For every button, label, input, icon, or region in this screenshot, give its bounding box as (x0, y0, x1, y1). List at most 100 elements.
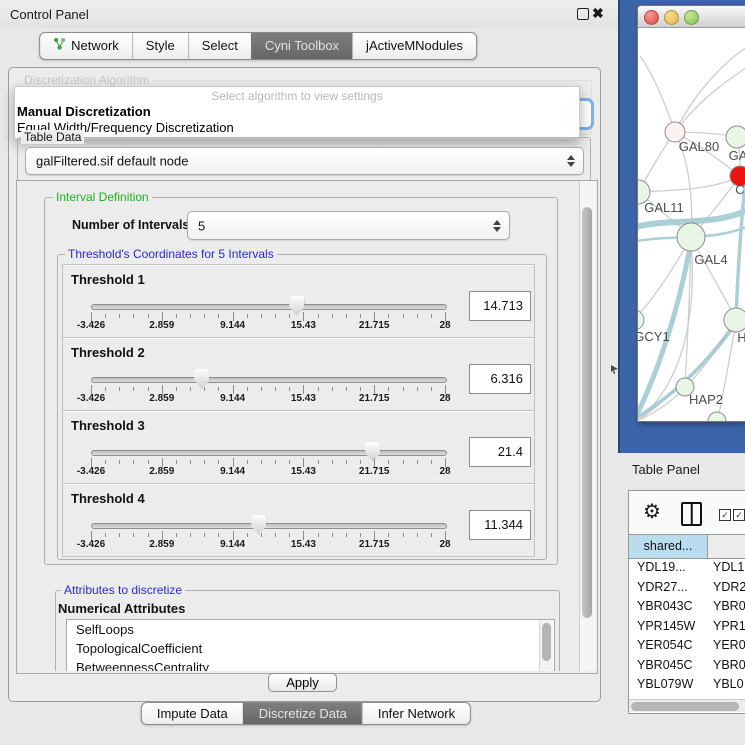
slider-track[interactable] (91, 523, 447, 529)
number-of-intervals-label: Number of Intervals (72, 218, 189, 232)
slider-scale-label: 15.43 (291, 393, 316, 404)
tab-cyni-toolbox-label: Cyni Toolbox (265, 34, 339, 58)
threshold-label: Threshold 1 (71, 272, 145, 287)
column-header-shared-name[interactable]: shared... (629, 535, 708, 558)
table-cell[interactable]: YPR1 (707, 617, 745, 637)
table-cell[interactable]: YDL1 (707, 558, 745, 578)
slider-scale: -3.4262.8599.14415.4321.71528 (91, 393, 445, 406)
slider-scale-label: 28 (439, 539, 450, 550)
table-cell[interactable]: YBR043C (629, 597, 707, 617)
network-node-label: GAL4 (694, 252, 727, 267)
threshold-value-field[interactable]: 21.4 (469, 437, 531, 467)
table-data-title: Table Data (21, 130, 84, 144)
table-cell[interactable]: YBR0 (707, 656, 745, 676)
tab-style-label: Style (146, 34, 175, 58)
slider-track[interactable] (91, 450, 447, 456)
threshold-value-field[interactable]: 6.316 (469, 364, 531, 394)
tab-infer-network-label: Infer Network (378, 704, 455, 723)
vertical-scrollbar-thumb[interactable] (582, 207, 592, 618)
close-traffic-light-icon[interactable] (644, 10, 659, 25)
table-data-combobox[interactable]: galFiltered.sif default node (25, 147, 584, 175)
table-row[interactable]: YER054CYER0 (629, 636, 745, 656)
tab-network[interactable]: Network (40, 33, 132, 59)
algorithm-popup-hint[interactable]: Select algorithm to view settings (15, 89, 579, 103)
tab-style[interactable]: Style (132, 33, 188, 59)
tab-network-label: Network (71, 34, 119, 58)
threshold-slider[interactable]: -3.4262.8599.14415.4321.71528 (91, 517, 447, 555)
column-header-name[interactable]: n (708, 535, 745, 558)
float-window-icon[interactable] (577, 8, 589, 20)
close-icon[interactable]: ✖ (592, 5, 604, 22)
apply-button[interactable]: Apply (268, 673, 337, 692)
horizontal-scrollbar[interactable] (629, 699, 745, 712)
tab-jactivemnodules[interactable]: jActiveMNodules (352, 33, 476, 59)
network-view-window[interactable]: GAL80GACGAL11GAL4GCY1HHAP2 (637, 5, 745, 422)
attribute-item[interactable]: TopologicalCoefficient (67, 639, 554, 658)
table-row[interactable]: YDL19...YDL1 (629, 558, 745, 578)
numerical-attributes-label: Numerical Attributes (58, 601, 185, 616)
attribute-item[interactable]: BetweennessCentrality (67, 658, 554, 671)
table-row[interactable]: YPR145WYPR1 (629, 617, 745, 637)
tab-discretize-data[interactable]: Discretize Data (243, 703, 362, 724)
table-cell[interactable]: YBL0 (707, 675, 745, 695)
tab-infer-network[interactable]: Infer Network (362, 703, 470, 724)
slider-track[interactable] (91, 377, 447, 383)
tab-impute-data[interactable]: Impute Data (142, 703, 243, 724)
table-toolbar: ⚙ ✓ ✓ (629, 491, 745, 534)
threshold-slider[interactable]: -3.4262.8599.14415.4321.71528 (91, 298, 447, 336)
slider-scale-label: 28 (439, 393, 450, 404)
slider-scale-label: 21.715 (359, 393, 390, 404)
table-cell[interactable]: YER054C (629, 636, 707, 656)
application-window: Control Panel ✖ Network Style Select Cyn… (0, 0, 745, 745)
table-row[interactable]: YBL079WYBL0 (629, 675, 745, 695)
threshold-label: Threshold 2 (71, 345, 145, 360)
algorithm-option-manual[interactable]: Manual Discretization (17, 104, 151, 119)
numerical-attributes-list[interactable]: SelfLoopsTopologicalCoefficientBetweenne… (66, 619, 555, 671)
tab-cyni-toolbox[interactable]: Cyni Toolbox (251, 33, 352, 59)
table-cell[interactable]: YPR145W (629, 617, 707, 637)
table-cell[interactable]: YDR2 (707, 578, 745, 598)
slider-scale-label: 9.144 (220, 393, 245, 404)
network-node[interactable] (724, 308, 745, 332)
table-row[interactable]: YBR045CYBR0 (629, 656, 745, 676)
gear-icon[interactable]: ⚙ (643, 499, 661, 524)
attributes-list-scrollbar[interactable] (539, 621, 553, 671)
table-cell[interactable]: YBR0 (707, 597, 745, 617)
slider-scale-label: 21.715 (359, 466, 390, 477)
zoom-traffic-light-icon[interactable] (684, 10, 699, 25)
attribute-item[interactable]: SelfLoops (67, 620, 554, 639)
table-row[interactable]: YDR27...YDR2 (629, 578, 745, 598)
table-cell[interactable]: YDR27... (629, 578, 707, 598)
attributes-viewport: Attributes to discretize Numerical Attri… (0, 580, 618, 671)
slider-scale-label: 2.859 (149, 393, 174, 404)
table-cell[interactable]: YDL19... (629, 558, 707, 578)
threshold-slider[interactable]: -3.4262.8599.14415.4321.71528 (91, 371, 447, 409)
threshold-panel: Threshold 2 -3.4262.8599.14415.4321.7152… (62, 337, 535, 411)
table-cell[interactable]: YBR045C (629, 656, 707, 676)
network-window-titlebar[interactable] (638, 6, 745, 28)
attributes-list-scrollbar-thumb[interactable] (542, 623, 551, 661)
table-cell[interactable]: YBL079W (629, 675, 707, 695)
checkbox-icon[interactable]: ✓ (733, 509, 745, 521)
number-of-intervals-value: 5 (198, 218, 205, 233)
checkbox-icon[interactable]: ✓ (719, 509, 731, 521)
network-node[interactable] (638, 310, 644, 330)
table-row[interactable]: YBR043CYBR0 (629, 597, 745, 617)
network-canvas[interactable]: GAL80GACGAL11GAL4GCY1HHAP2 (638, 28, 745, 421)
network-node[interactable] (726, 126, 745, 148)
horizontal-scrollbar-thumb[interactable] (631, 702, 739, 711)
threshold-slider[interactable]: -3.4262.8599.14415.4321.71528 (91, 444, 447, 482)
slider-track[interactable] (91, 304, 447, 310)
split-columns-icon[interactable] (681, 502, 702, 526)
network-node[interactable] (677, 223, 705, 251)
number-of-intervals-combobox[interactable]: 5 (187, 211, 510, 240)
control-panel-titlebar (0, 0, 618, 28)
minimize-traffic-light-icon[interactable] (664, 10, 679, 25)
network-node[interactable] (708, 412, 726, 421)
table-cell[interactable]: YER0 (707, 636, 745, 656)
threshold-value-field[interactable]: 11.344 (469, 510, 531, 540)
tab-select[interactable]: Select (188, 33, 251, 59)
mouse-cursor (611, 365, 618, 374)
threshold-value-field[interactable]: 14.713 (469, 291, 531, 321)
slider-scale-label: -3.426 (77, 539, 105, 550)
